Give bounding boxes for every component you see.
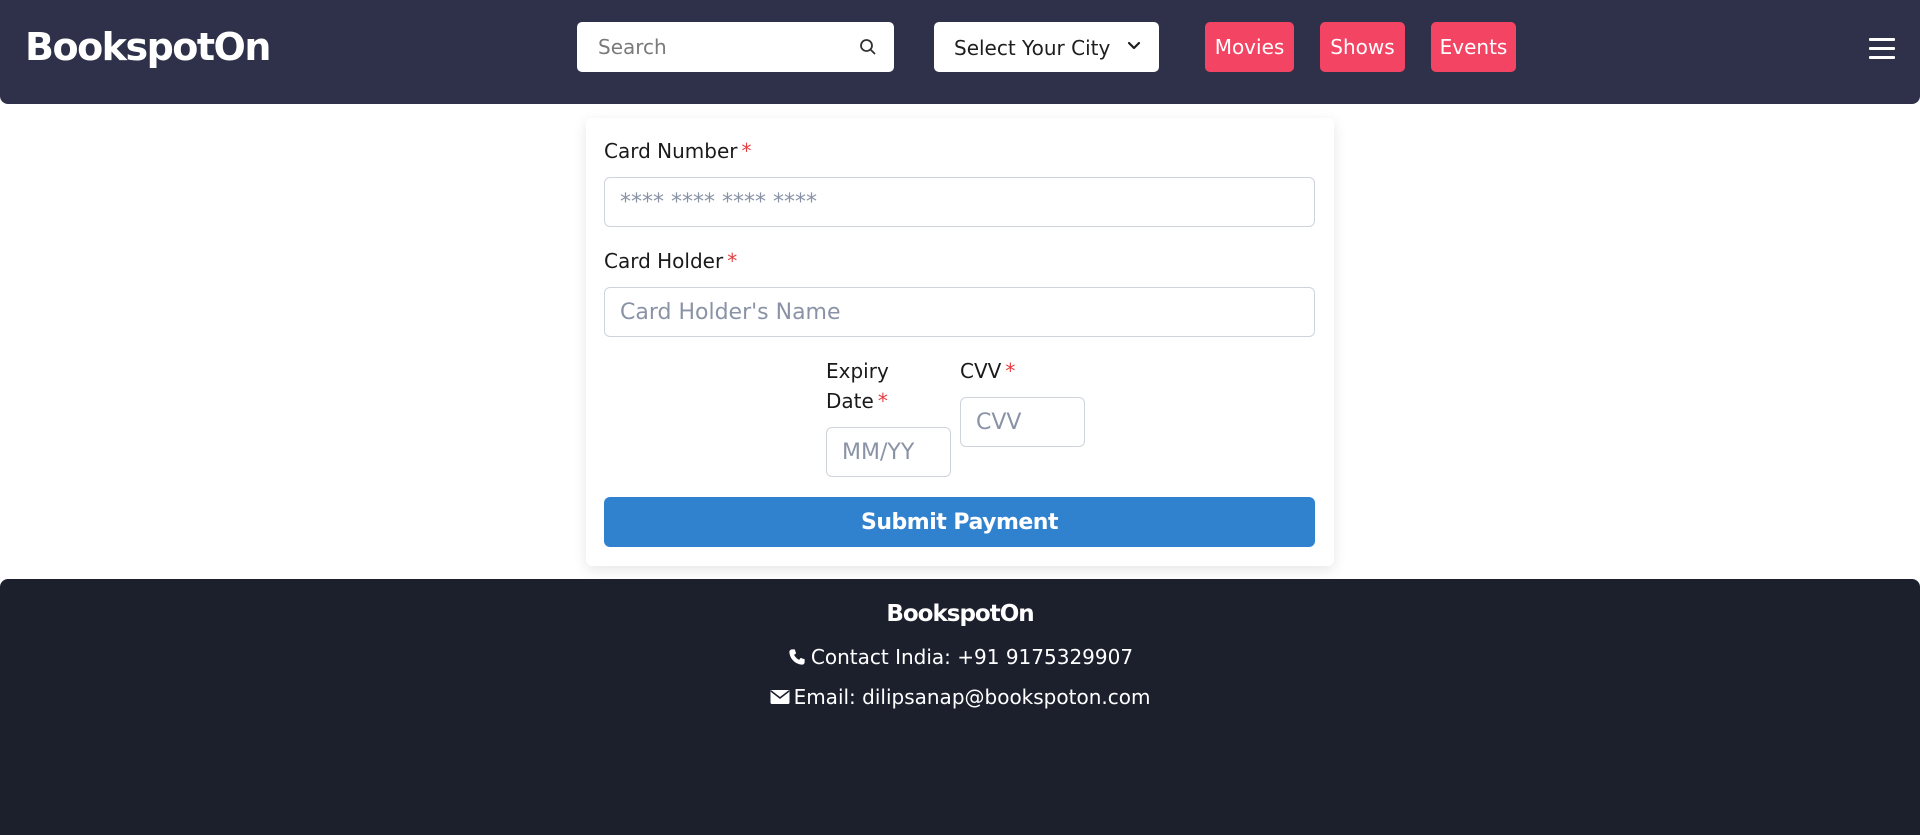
events-button[interactable]: Events xyxy=(1431,22,1516,72)
movies-button[interactable]: Movies xyxy=(1205,22,1294,72)
footer-email-text[interactable]: Email: dilipsanap@bookspoton.com xyxy=(794,685,1151,709)
expiry-date-label: Expiry Date * xyxy=(826,356,916,416)
footer-email: Email: dilipsanap@bookspoton.com xyxy=(0,685,1920,709)
envelope-icon xyxy=(770,690,790,704)
phone-icon xyxy=(789,649,805,665)
footer-brand: BookspotOn xyxy=(886,601,1034,627)
required-mark: * xyxy=(741,139,752,163)
site-footer: BookspotOn Contact India: +91 9175329907… xyxy=(0,579,1920,835)
city-select-label: Select Your City xyxy=(954,36,1111,60)
cvv-label: CVV * xyxy=(960,356,1015,386)
required-mark: * xyxy=(1005,359,1016,383)
search-box xyxy=(577,22,894,72)
card-number-label-text: Card Number xyxy=(604,139,738,163)
card-number-label: Card Number * xyxy=(604,136,752,166)
site-logo[interactable]: BookspotOn xyxy=(25,24,271,70)
card-holder-label: Card Holder * xyxy=(604,246,737,276)
chevron-down-icon xyxy=(1127,41,1141,50)
top-navbar: BookspotOn Select Your City Movies Shows… xyxy=(0,0,1920,104)
footer-contact: Contact India: +91 9175329907 xyxy=(0,645,1920,669)
card-number-input[interactable] xyxy=(604,177,1315,227)
submit-payment-button[interactable]: Submit Payment xyxy=(604,497,1315,547)
cvv-label-text: CVV xyxy=(960,359,1002,383)
required-mark: * xyxy=(727,249,738,273)
footer-contact-text: Contact India: +91 9175329907 xyxy=(810,645,1134,669)
card-holder-label-text: Card Holder xyxy=(604,249,724,273)
city-select[interactable]: Select Your City xyxy=(934,22,1159,72)
cvv-input[interactable] xyxy=(960,397,1085,447)
shows-button[interactable]: Shows xyxy=(1320,22,1405,72)
payment-form-card: Card Number* Card Holder* Expiry Date* C… xyxy=(586,118,1334,566)
expiry-date-input[interactable] xyxy=(826,427,951,477)
card-holder-input[interactable] xyxy=(604,287,1315,337)
hamburger-icon[interactable] xyxy=(1869,38,1895,60)
search-icon[interactable] xyxy=(858,37,878,57)
required-mark: * xyxy=(877,389,888,413)
search-input[interactable] xyxy=(577,22,847,72)
